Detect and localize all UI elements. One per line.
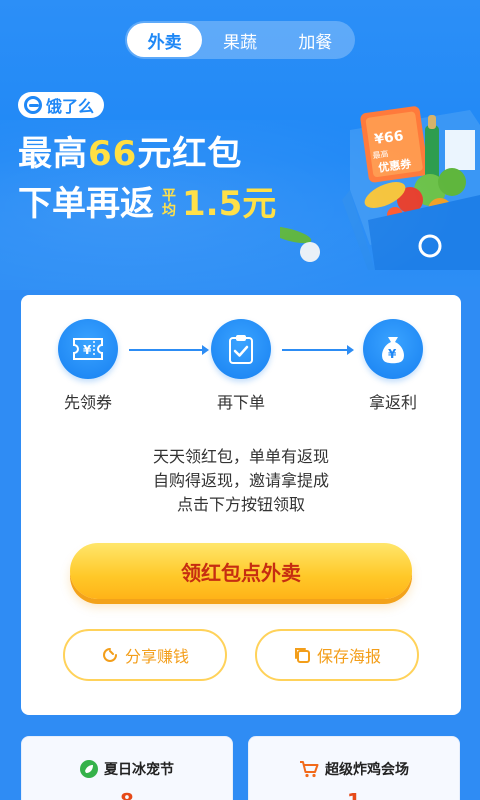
coupon-small: 最高 xyxy=(372,148,389,160)
tab-fruits-vegetables[interactable]: 果蔬 xyxy=(202,23,277,57)
logo-text: 饿了么 xyxy=(46,97,95,116)
save-poster-label: 保存海报 xyxy=(316,647,381,666)
promo-card-title: 夏日冰宠节 xyxy=(22,759,232,779)
eleme-logo-icon xyxy=(24,96,42,114)
steps-row: ¥ 先领券 再下单 ¥ 拿返利 xyxy=(21,319,461,419)
average-tag-top: 平 xyxy=(162,188,176,204)
svg-text:¥: ¥ xyxy=(388,347,397,361)
promo-card-title: 超级炸鸡会场 xyxy=(249,759,459,779)
rebate-card: ¥ 先领券 再下单 ¥ 拿返利 天天领红包，单单有返现 自购得返现，邀请拿提成 … xyxy=(21,295,461,715)
promo-card-value: 8 xyxy=(22,789,232,800)
cart-icon xyxy=(299,760,319,778)
headline-prefix: 最高 xyxy=(18,134,88,174)
coupon-label: 优惠券 xyxy=(377,156,413,175)
headline-amount: 66 xyxy=(88,134,138,174)
headline2-prefix: 下单再返 xyxy=(18,184,154,224)
svg-text:¥: ¥ xyxy=(83,343,92,357)
promo-card-value: 1 xyxy=(249,789,459,800)
save-poster-button[interactable]: 保存海报 xyxy=(255,629,419,681)
promo-card-fried-chicken[interactable]: 超级炸鸡会场 1 xyxy=(248,736,460,800)
ticket-icon: ¥ xyxy=(58,319,118,379)
tab-takeout[interactable]: 外卖 xyxy=(127,23,203,57)
description-line-3: 点击下方按钮领取 xyxy=(176,495,305,514)
headline-suffix: 元红包 xyxy=(137,134,243,174)
headline-line1: 最高66元红包 xyxy=(18,132,242,176)
share-earn-label: 分享赚钱 xyxy=(124,647,189,666)
description-line-2: 自购得返现，邀请拿提成 xyxy=(152,471,329,490)
step-get-rebate: ¥ 拿返利 xyxy=(343,319,443,413)
promo-card-title-text: 超级炸鸡会场 xyxy=(325,762,409,778)
average-tag-bottom: 均 xyxy=(162,203,176,219)
average-tag: 平 均 xyxy=(162,189,176,219)
step-place-order: 再下单 xyxy=(191,319,291,413)
hero-banner[interactable]: 外卖 果蔬 加餐 饿了么 最高66元红包 下单再返 平 均 1.5元 ¥66 最… xyxy=(0,0,480,290)
description-line-1: 天天领红包，单单有返现 xyxy=(152,447,329,466)
claim-red-envelope-button[interactable]: 领红包点外卖 xyxy=(70,543,412,599)
step-label: 再下单 xyxy=(216,393,265,412)
step-label: 先领券 xyxy=(63,393,112,412)
copy-icon xyxy=(293,646,311,664)
headline2-amount: 1.5元 xyxy=(182,184,277,224)
grocery-box-illustration: ¥66 最高 优惠券 xyxy=(280,106,480,270)
coupon-amount: ¥66 xyxy=(373,128,404,148)
money-bag-icon: ¥ xyxy=(363,319,423,379)
share-earn-button[interactable]: 分享赚钱 xyxy=(63,629,227,681)
headline-line2: 下单再返 平 均 1.5元 xyxy=(18,178,276,230)
clipboard-check-icon xyxy=(211,319,271,379)
step-label: 拿返利 xyxy=(368,393,417,412)
description: 天天领红包，单单有返现 自购得返现，邀请拿提成 点击下方按钮领取 xyxy=(21,445,461,517)
step-claim-coupon: ¥ 先领券 xyxy=(38,319,138,413)
share-refresh-icon xyxy=(101,646,119,664)
arrow-icon xyxy=(282,345,354,355)
tab-snacks[interactable]: 加餐 xyxy=(278,23,353,57)
promo-card-summer[interactable]: 夏日冰宠节 8 xyxy=(21,736,233,800)
eleme-logo: 饿了么 xyxy=(18,92,104,118)
promo-card-title-text: 夏日冰宠节 xyxy=(104,762,174,778)
category-tabs: 外卖 果蔬 加餐 xyxy=(125,21,355,59)
leaf-icon xyxy=(80,760,98,778)
